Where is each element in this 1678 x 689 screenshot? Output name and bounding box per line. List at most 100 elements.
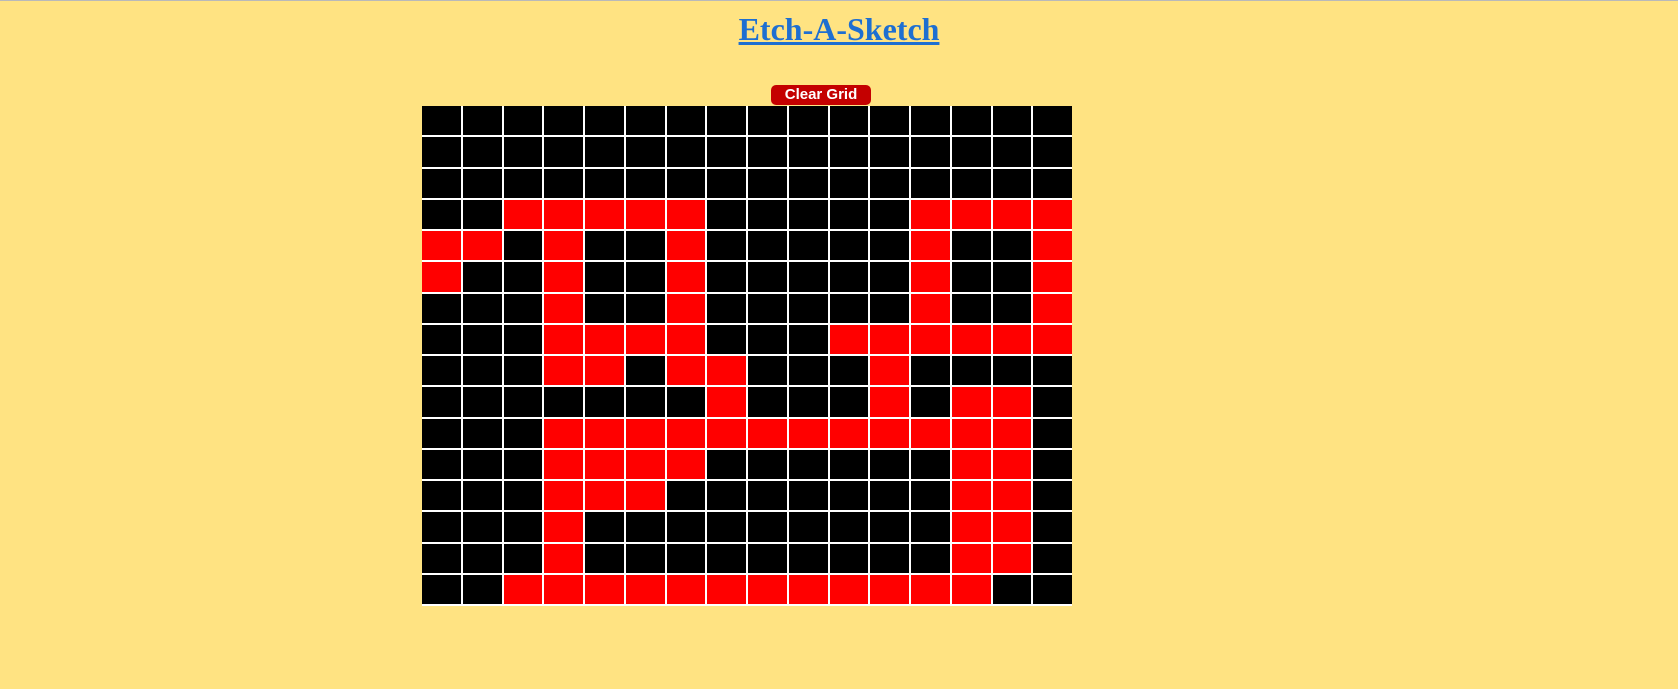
grid-cell[interactable] [748,106,787,136]
grid-cell[interactable] [870,387,909,417]
grid-cell[interactable] [707,418,746,448]
grid-cell[interactable] [585,293,624,323]
grid-cell[interactable] [992,449,1032,479]
grid-cell[interactable] [666,543,706,573]
grid-cell[interactable] [829,574,869,604]
grid-cell[interactable] [585,418,624,448]
grid-cell[interactable] [422,387,461,417]
grid-cell[interactable] [422,574,461,604]
grid-cell[interactable] [748,199,787,229]
grid-cell[interactable] [911,387,950,417]
grid-cell[interactable] [788,199,828,229]
grid-cell[interactable] [462,356,502,386]
grid-cell[interactable] [951,512,991,542]
grid-cell[interactable] [544,324,583,354]
grid-cell[interactable] [666,512,706,542]
grid-cell[interactable] [951,481,991,511]
grid-cell[interactable] [992,231,1032,261]
grid-cell[interactable] [625,512,665,542]
grid-cell[interactable] [829,199,869,229]
grid-cell[interactable] [585,387,624,417]
grid-cell[interactable] [422,106,461,136]
grid-cell[interactable] [829,231,869,261]
grid-cell[interactable] [422,199,461,229]
grid-cell[interactable] [911,106,950,136]
clear-grid-button[interactable]: Clear Grid [771,85,871,105]
grid-cell[interactable] [625,324,665,354]
grid-cell[interactable] [911,449,950,479]
grid-cell[interactable] [544,168,583,198]
grid-cell[interactable] [544,106,583,136]
grid-cell[interactable] [544,481,583,511]
grid-cell[interactable] [666,481,706,511]
grid-cell[interactable] [992,512,1032,542]
grid-cell[interactable] [544,356,583,386]
grid-cell[interactable] [422,231,461,261]
grid-cell[interactable] [748,387,787,417]
grid-cell[interactable] [951,106,991,136]
grid-cell[interactable] [544,512,583,542]
grid-cell[interactable] [788,481,828,511]
grid-cell[interactable] [625,231,665,261]
grid-cell[interactable] [992,199,1032,229]
grid-cell[interactable] [585,574,624,604]
grid-cell[interactable] [503,449,543,479]
grid-cell[interactable] [748,137,787,167]
grid-cell[interactable] [829,543,869,573]
grid-cell[interactable] [422,356,461,386]
grid-cell[interactable] [870,137,909,167]
grid-cell[interactable] [585,106,624,136]
grid-cell[interactable] [829,481,869,511]
grid-cell[interactable] [870,512,909,542]
grid-cell[interactable] [625,418,665,448]
grid-cell[interactable] [870,356,909,386]
grid-cell[interactable] [585,543,624,573]
grid-cell[interactable] [585,512,624,542]
grid-cell[interactable] [911,356,950,386]
grid-cell[interactable] [585,199,624,229]
grid-cell[interactable] [748,356,787,386]
grid-cell[interactable] [911,262,950,292]
grid-cell[interactable] [462,387,502,417]
grid-cell[interactable] [748,481,787,511]
grid-cell[interactable] [585,262,624,292]
grid-cell[interactable] [1033,449,1072,479]
grid-cell[interactable] [1033,387,1072,417]
grid-cell[interactable] [992,543,1032,573]
grid-cell[interactable] [585,231,624,261]
grid-cell[interactable] [544,543,583,573]
grid-cell[interactable] [951,449,991,479]
grid-cell[interactable] [503,481,543,511]
grid-cell[interactable] [788,106,828,136]
grid-cell[interactable] [625,574,665,604]
grid-cell[interactable] [870,543,909,573]
grid-cell[interactable] [625,481,665,511]
grid-cell[interactable] [788,231,828,261]
grid-cell[interactable] [1033,168,1072,198]
grid-cell[interactable] [707,293,746,323]
grid-cell[interactable] [544,574,583,604]
grid-cell[interactable] [788,168,828,198]
grid-cell[interactable] [585,449,624,479]
grid-cell[interactable] [503,231,543,261]
grid-cell[interactable] [462,293,502,323]
grid-cell[interactable] [462,324,502,354]
grid-cell[interactable] [829,293,869,323]
grid-cell[interactable] [911,418,950,448]
grid-cell[interactable] [666,449,706,479]
grid-cell[interactable] [544,449,583,479]
grid-cell[interactable] [625,449,665,479]
grid-cell[interactable] [1033,574,1072,604]
grid-cell[interactable] [829,512,869,542]
grid-cell[interactable] [748,574,787,604]
grid-cell[interactable] [462,199,502,229]
grid-cell[interactable] [462,543,502,573]
grid-cell[interactable] [707,231,746,261]
grid-cell[interactable] [992,324,1032,354]
grid-cell[interactable] [788,418,828,448]
grid-cell[interactable] [870,106,909,136]
grid-cell[interactable] [707,199,746,229]
grid-cell[interactable] [911,293,950,323]
grid-cell[interactable] [625,387,665,417]
grid-cell[interactable] [911,168,950,198]
